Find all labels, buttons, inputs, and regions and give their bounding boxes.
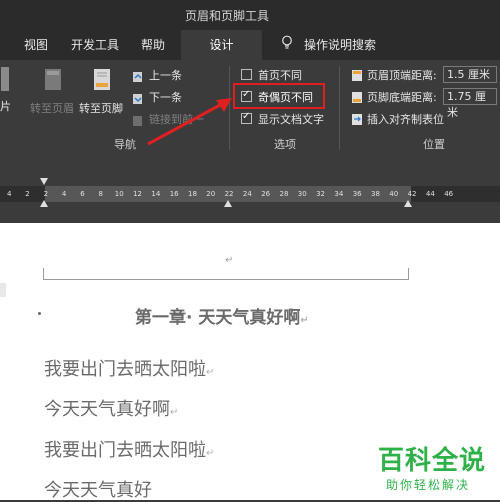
body-line-4: 今天天气真好	[44, 480, 152, 501]
footer-from-bottom-label: 页脚底端距离:	[367, 91, 437, 104]
ruler-tick: 2	[25, 190, 30, 198]
first-page-different-checkbox[interactable]	[241, 69, 252, 80]
group-divider	[339, 66, 340, 150]
goto-header-icon	[43, 67, 65, 97]
bullet-dot	[38, 312, 41, 315]
ruler-tick: 8	[98, 190, 103, 198]
lightbulb-icon	[281, 35, 293, 53]
chapter-heading: 第一章· 天天气真好啊↵	[135, 308, 309, 328]
footer-from-bottom-field[interactable]: 1.75 厘米	[443, 88, 497, 119]
body-line-2: 今天天气真好啊↵	[44, 399, 179, 420]
tab-developer[interactable]: 开发工具	[71, 36, 119, 53]
tab-view[interactable]: 视图	[24, 36, 48, 53]
ruler-tick: 4	[7, 190, 12, 198]
ruler-tick: 12	[133, 190, 143, 198]
show-document-text-label: 显示文档文字	[258, 113, 324, 126]
goto-header-button[interactable]: 转至页眉	[30, 100, 74, 116]
ruler-tick: 20	[206, 190, 216, 198]
ruler-tick: 16	[169, 190, 179, 198]
nav-group-label: 导航	[114, 138, 136, 151]
ruler-tick: 40	[389, 190, 399, 198]
goto-footer-button[interactable]: 转至页脚	[79, 100, 123, 116]
footer-distance-icon	[351, 89, 363, 108]
ruler-tick: 36	[352, 190, 362, 198]
tell-me-search[interactable]: 操作说明搜索	[304, 36, 376, 53]
partial-button-label[interactable]: 片	[0, 98, 11, 114]
watermark-title: 百科全说	[378, 446, 487, 476]
ruler-tick: 6	[80, 190, 85, 198]
ruler-tick: 4	[61, 190, 67, 198]
center-tab-marker[interactable]	[224, 200, 232, 207]
highlight-box	[233, 83, 325, 109]
insert-alignment-tab-button[interactable]: 插入对齐制表位	[367, 111, 444, 127]
ribbon-tabs: 视图 开发工具 帮助 设计 操作说明搜索	[0, 30, 500, 60]
ruler-tick: 38	[371, 190, 380, 198]
partial-icon	[1, 67, 9, 91]
title-bar: 页眉和页脚工具	[0, 0, 500, 30]
ruler-tick: 42	[407, 190, 417, 198]
ruler-tick: 34	[334, 190, 344, 198]
ruler-tick: 2	[43, 190, 49, 198]
ruler-tick: 18	[188, 190, 197, 198]
header-from-top-field[interactable]: 1.5 厘米	[443, 66, 497, 83]
options-group-label: 选项	[274, 138, 296, 151]
header-distance-icon	[351, 67, 363, 86]
paragraph-mark: ↵	[225, 255, 234, 266]
watermark-subtitle: 助你轻松解决	[386, 478, 471, 492]
ruler-tick: 22	[224, 190, 234, 198]
ruler-tick: 14	[151, 190, 161, 198]
ruler-tick: 28	[279, 190, 289, 198]
goto-footer-icon	[92, 67, 114, 97]
position-group-label: 位置	[423, 138, 445, 151]
left-margin-marker	[0, 283, 6, 297]
watermark: 百科全说 助你轻松解决	[364, 436, 500, 500]
ruler-tick: 46	[444, 190, 454, 198]
ruler-tick: 44	[425, 190, 435, 198]
previous-button[interactable]: 上一条	[149, 67, 182, 83]
header-from-top-label: 页眉顶端距离:	[367, 69, 437, 82]
header-area-boundary	[43, 268, 409, 280]
show-document-text-checkbox[interactable]	[241, 111, 252, 124]
ruler-tick: 10	[114, 190, 124, 198]
previous-icon	[132, 68, 144, 87]
tab-design[interactable]: 设计	[181, 30, 262, 60]
ruler-tick: 26	[261, 190, 271, 198]
first-page-different-label: 首页不同	[258, 69, 302, 82]
body-line-3: 我要出门去晒太阳啦↵	[44, 440, 215, 461]
context-title: 页眉和页脚工具	[185, 9, 270, 23]
align-tab-icon	[351, 111, 363, 130]
red-arrow	[147, 98, 232, 146]
ruler-tick: 32	[316, 190, 326, 198]
ruler-tick: 30	[297, 190, 307, 198]
first-line-indent-marker[interactable]	[40, 178, 48, 185]
ruler-tick: 24	[242, 190, 252, 198]
tab-help[interactable]: 帮助	[141, 36, 165, 53]
right-indent-marker[interactable]	[404, 200, 412, 207]
hanging-indent-marker[interactable]	[40, 200, 48, 207]
body-line-1: 我要出门去晒太阳啦↵	[44, 359, 215, 380]
